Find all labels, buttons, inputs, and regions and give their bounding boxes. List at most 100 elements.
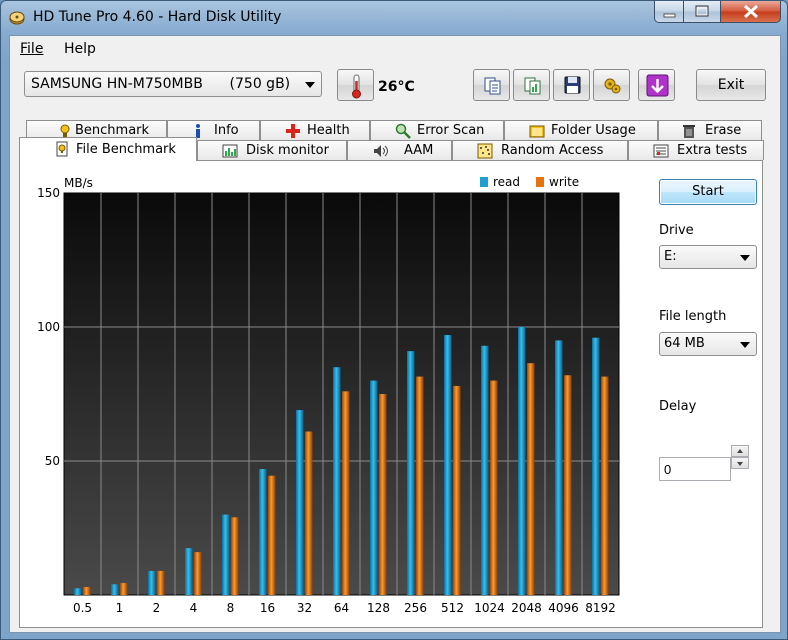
bar-write	[120, 582, 128, 595]
bar-write	[527, 363, 535, 595]
drive-label: Drive	[659, 223, 694, 238]
client-area: File Help SAMSUNG HN-M750MBB (750 gB) 2 6…	[9, 35, 781, 633]
close-button[interactable]	[721, 1, 781, 23]
y-axis-label: MB/s	[64, 176, 93, 190]
title-bar: HD Tune Pro 4.60 - Hard Disk Utility	[1, 1, 787, 35]
delay-input[interactable]	[659, 457, 731, 481]
options-icon	[604, 78, 621, 94]
start-button[interactable]: Start	[659, 179, 757, 205]
x-tick-label: 512	[441, 601, 464, 615]
error-scan-icon	[395, 123, 411, 139]
thermometer-icon	[352, 74, 361, 99]
bar-write	[601, 376, 609, 595]
menu-bar: File Help	[10, 36, 780, 60]
menu-file[interactable]: File	[20, 41, 43, 57]
bar-read	[259, 469, 267, 595]
bar-read	[111, 584, 119, 595]
save-button[interactable]	[553, 69, 590, 101]
window-title: HD Tune Pro 4.60 - Hard Disk Utility	[33, 9, 282, 25]
x-tick-label: 4096	[548, 601, 579, 615]
tab-folder-usage[interactable]: Folder Usage	[504, 120, 658, 140]
x-tick-label: 0.5	[73, 601, 92, 615]
copy-screenshot-icon	[524, 77, 541, 95]
menu-help[interactable]: Help	[64, 41, 96, 57]
minimize-button[interactable]	[654, 1, 684, 23]
copy-info-icon	[484, 77, 501, 95]
legend-swatch-read	[480, 177, 488, 187]
app-icon	[9, 11, 25, 25]
health-icon	[286, 124, 300, 138]
tab-file-benchmark[interactable]: File Benchmark	[19, 137, 197, 161]
file-benchmark-panel: 150 100 50 MB/s read write 0.5 1 2 4 8 16 32 64 128 256…	[19, 160, 763, 628]
chevron-down-icon	[305, 82, 315, 88]
tab-error-scan[interactable]: Error Scan	[370, 120, 504, 140]
x-tick-label: 256	[404, 601, 427, 615]
x-tick-label: 64	[334, 601, 349, 615]
y-tick-label: 150	[37, 186, 60, 200]
x-tick-label: 2	[153, 601, 161, 615]
tab-aam[interactable]: AAM	[347, 140, 452, 160]
tab-erase-label: Erase	[705, 123, 742, 138]
minimize-icon	[663, 13, 676, 18]
bar-write	[490, 380, 498, 595]
tab-aam-label: AAM	[404, 143, 434, 158]
x-tick-label: 1024	[474, 601, 505, 615]
x-tick-label: 8	[227, 601, 235, 615]
benchmark-chart: 150 100 50 MB/s read write 0.5 1 2 4 8 16 32 64 128 256…	[37, 175, 620, 615]
legend-label-write: write	[549, 175, 579, 189]
bar-write	[157, 570, 165, 595]
maximize-icon	[695, 5, 709, 17]
x-tick-label: 16	[260, 601, 275, 615]
drive-combo[interactable]: E:	[659, 245, 757, 269]
menu-file-label: File	[20, 41, 44, 57]
download-button[interactable]	[638, 69, 675, 101]
bar-write	[268, 475, 276, 595]
tab-info-label: Info	[214, 123, 239, 138]
bar-read	[518, 327, 526, 595]
copy-info-button[interactable]	[473, 69, 510, 101]
temperature-button[interactable]	[337, 69, 374, 101]
bar-read	[555, 340, 563, 595]
bar-read	[592, 337, 600, 595]
bar-write	[194, 552, 202, 595]
tab-health[interactable]: Health	[260, 120, 370, 140]
options-button[interactable]	[593, 69, 630, 101]
exit-button[interactable]: Exit	[696, 69, 766, 101]
aam-icon	[374, 145, 388, 157]
download-icon	[646, 74, 669, 97]
delay-spin-down[interactable]	[731, 457, 749, 469]
bar-read	[185, 548, 193, 595]
x-tick-label: 1	[116, 601, 124, 615]
copy-screenshot-button[interactable]	[513, 69, 550, 101]
chevron-down-icon	[740, 342, 750, 348]
drive-select[interactable]: SAMSUNG HN-M750MBB (750 gB)	[24, 71, 322, 97]
bar-write	[416, 376, 424, 595]
legend-label-read: read	[493, 175, 520, 189]
tab-file-benchmark-label: File Benchmark	[76, 142, 176, 157]
legend-swatch-write	[536, 177, 544, 187]
delay-spin-up[interactable]	[731, 445, 749, 457]
bar-read	[481, 345, 489, 595]
file-length-combo[interactable]: 64 MB	[659, 332, 757, 356]
x-tick-label: 4	[190, 601, 198, 615]
chevron-down-icon	[740, 255, 750, 261]
bar-read	[407, 351, 415, 595]
close-icon	[743, 4, 759, 19]
tab-random-access-label: Random Access	[501, 143, 604, 158]
bar-read	[148, 570, 156, 595]
maximize-button[interactable]	[684, 1, 721, 23]
x-tick-label: 2048	[511, 601, 542, 615]
extra-tests-icon	[653, 144, 669, 158]
tab-extra-tests[interactable]: Extra tests	[628, 140, 764, 160]
bar-read	[296, 410, 304, 595]
tab-erase[interactable]: Erase	[658, 120, 762, 140]
tab-random-access[interactable]: Random Access	[452, 140, 628, 160]
file-benchmark-icon	[56, 141, 68, 157]
x-tick-label: 32	[297, 601, 312, 615]
y-tick-label: 50	[45, 454, 60, 468]
bar-write	[342, 391, 350, 595]
file-length-combo-value: 64 MB	[664, 336, 705, 351]
disk-monitor-icon	[222, 144, 238, 158]
tab-disk-monitor[interactable]: Disk monitor	[197, 140, 347, 160]
save-icon	[564, 76, 581, 94]
